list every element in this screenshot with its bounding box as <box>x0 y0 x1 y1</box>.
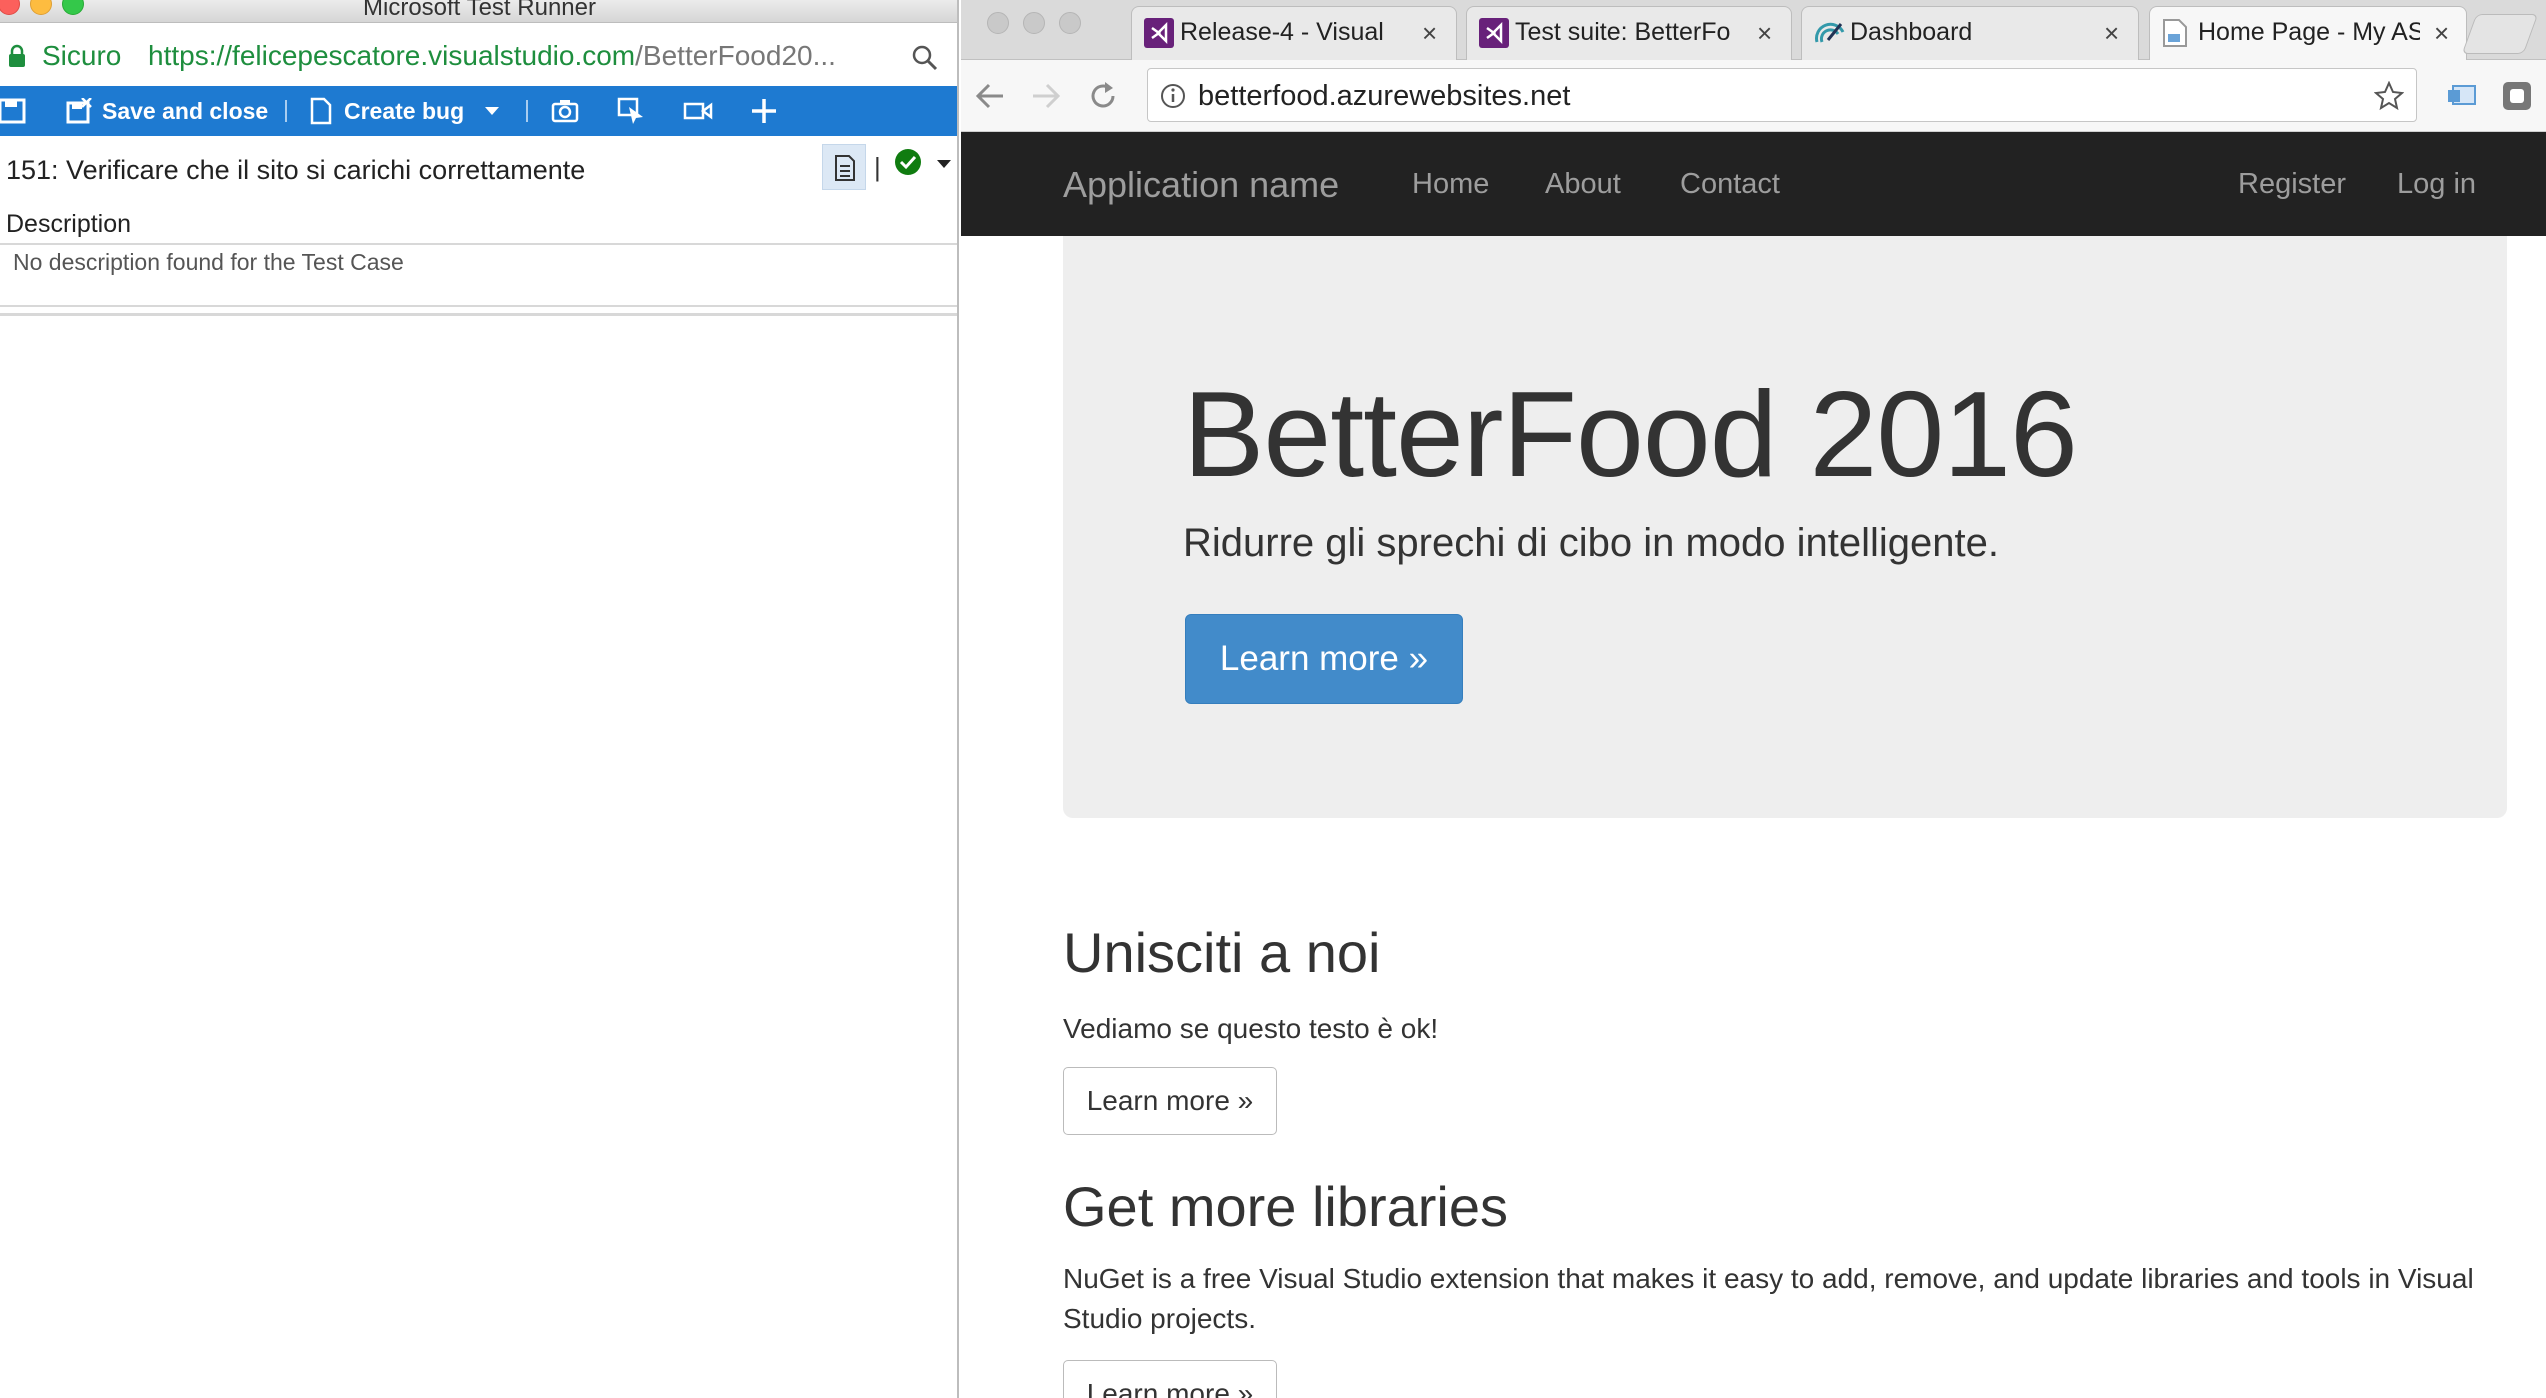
minimize-window-button[interactable] <box>1023 12 1045 34</box>
create-bug-label: Create bug <box>344 97 465 124</box>
create-bug-dropdown[interactable] <box>484 86 500 136</box>
brand-link[interactable]: Application name <box>1063 164 1339 206</box>
pane-divider[interactable] <box>0 313 957 316</box>
test-runner-titlebar: Microsoft Test Runner <box>0 0 957 23</box>
video-camera-icon <box>683 102 713 120</box>
save-close-icon <box>66 98 92 124</box>
tab-label: Home Page - My AS <box>2198 18 2420 46</box>
record-video-button[interactable] <box>683 86 713 136</box>
learn-more-button[interactable]: Learn more » <box>1185 614 1463 704</box>
close-tab-icon[interactable]: × <box>1757 18 1772 49</box>
tab-release[interactable]: Release-4 - Visual S × <box>1131 6 1457 60</box>
toolbar-separator <box>285 100 287 122</box>
page-content: BetterFood 2016 Ridurre gli sprechi di c… <box>961 236 2546 1398</box>
test-runner-address-bar: Sicuro https://felicepescatore.visualstu… <box>0 23 957 85</box>
description-label: Description <box>6 210 132 238</box>
close-tab-icon[interactable]: × <box>1422 18 1437 49</box>
section-text: NuGet is a free Visual Studio extension … <box>1063 1263 2474 1334</box>
section-learn-more-button[interactable]: Learn more » <box>1063 1067 1277 1135</box>
section-learn-more-button[interactable]: Learn more » <box>1063 1360 1277 1398</box>
chevron-down-icon <box>485 107 499 115</box>
nav-link-login[interactable]: Log in <box>2397 168 2476 201</box>
test-case-header: 151: Verificare che il sito si carichi c… <box>0 136 957 208</box>
new-tab-button[interactable] <box>2461 14 2539 54</box>
test-runner-window: Microsoft Test Runner Sicuro https://fel… <box>0 0 959 1398</box>
visual-studio-icon <box>1144 18 1174 48</box>
section-heading: Get more libraries <box>1063 1175 1509 1238</box>
test-runner-toolbar: Save and close Create bug <box>0 86 957 136</box>
plus-icon <box>752 99 776 123</box>
dashboard-icon <box>1815 22 1845 43</box>
save-button[interactable] <box>0 86 26 136</box>
url-path: /BetterFood20... <box>635 40 836 71</box>
forward-icon[interactable] <box>1031 82 1061 110</box>
extension-icon[interactable] <box>2501 80 2533 112</box>
add-button[interactable] <box>751 86 777 136</box>
visual-studio-icon <box>1479 18 1509 48</box>
page-icon <box>2163 19 2187 47</box>
jumbotron: BetterFood 2016 Ridurre gli sprechi di c… <box>1063 236 2507 818</box>
site-navbar: Application name Home About Contact Regi… <box>961 132 2546 236</box>
capture-actions-icon <box>617 97 643 124</box>
outcome-separator: | <box>874 152 881 182</box>
document-list-icon <box>835 155 855 181</box>
tab-label: Dashboard <box>1850 18 1973 46</box>
address-bar[interactable]: betterfood.azurewebsites.net <box>1147 68 2417 122</box>
nav-link-about[interactable]: About <box>1545 168 1621 201</box>
section-heading: Unisciti a noi <box>1063 921 1381 984</box>
url-host: https://felicepescatore.visualstudio.com <box>148 40 636 71</box>
toolbar-separator <box>526 100 528 122</box>
nav-link-register[interactable]: Register <box>2238 168 2346 201</box>
nav-link-contact[interactable]: Contact <box>1680 168 1780 201</box>
close-window-button[interactable] <box>987 12 1009 34</box>
test-case-title: 151: Verificare che il sito si carichi c… <box>6 155 586 185</box>
lock-icon <box>9 44 25 67</box>
maximize-window-button[interactable] <box>1059 12 1081 34</box>
save-and-close-button[interactable]: Save and close <box>66 86 268 136</box>
description-box: No description found for the Test Case <box>0 243 957 307</box>
close-tab-icon[interactable]: × <box>2104 18 2119 49</box>
cast-extension-icon[interactable] <box>2447 82 2479 110</box>
tab-label: Test suite: BetterFo <box>1515 18 1731 46</box>
section-text: Vediamo se questo testo è ok! <box>1063 1013 1439 1044</box>
search-icon[interactable] <box>911 44 939 72</box>
address-url[interactable]: https://felicepescatore.visualstudio.com… <box>148 40 836 72</box>
screenshot-button[interactable] <box>551 86 579 136</box>
save-icon <box>0 98 26 124</box>
capture-actions-button[interactable] <box>617 86 647 136</box>
save-and-close-label: Save and close <box>102 97 269 124</box>
test-steps-button[interactable] <box>822 144 866 190</box>
info-icon[interactable] <box>1160 83 1186 109</box>
create-bug-button[interactable]: Create bug <box>310 86 464 136</box>
document-icon <box>310 97 332 125</box>
nav-link-home[interactable]: Home <box>1412 168 1489 201</box>
tab-test-suite[interactable]: Test suite: BetterFo × <box>1466 6 1792 60</box>
tab-home-page[interactable]: Home Page - My AS × <box>2149 6 2467 60</box>
outcome-dropdown-icon[interactable] <box>936 159 952 169</box>
browser-toolbar: betterfood.azurewebsites.net <box>961 60 2546 132</box>
reload-icon[interactable] <box>1087 80 1119 112</box>
secure-label: Sicuro <box>42 40 122 71</box>
browser-tab-strip: Release-4 - Visual S × Test suite: Bette… <box>961 0 2546 60</box>
pass-check-icon[interactable] <box>894 148 922 176</box>
tab-dashboard[interactable]: Dashboard × <box>1801 6 2139 60</box>
close-tab-icon[interactable]: × <box>2434 18 2449 49</box>
jumbotron-title: BetterFood 2016 <box>1183 366 2078 502</box>
jumbotron-lead: Ridurre gli sprechi di cibo in modo inte… <box>1183 521 1999 565</box>
camera-icon <box>551 100 579 123</box>
omnibox-url: betterfood.azurewebsites.net <box>1198 80 1571 112</box>
window-title: Microsoft Test Runner <box>363 0 596 21</box>
tab-label: Release-4 - Visual S <box>1180 18 1390 46</box>
browser-window: Release-4 - Visual S × Test suite: Bette… <box>961 0 2546 1398</box>
back-icon[interactable] <box>975 82 1005 110</box>
bookmark-star-icon[interactable] <box>2374 81 2404 111</box>
description-text: No description found for the Test Case <box>13 249 404 275</box>
